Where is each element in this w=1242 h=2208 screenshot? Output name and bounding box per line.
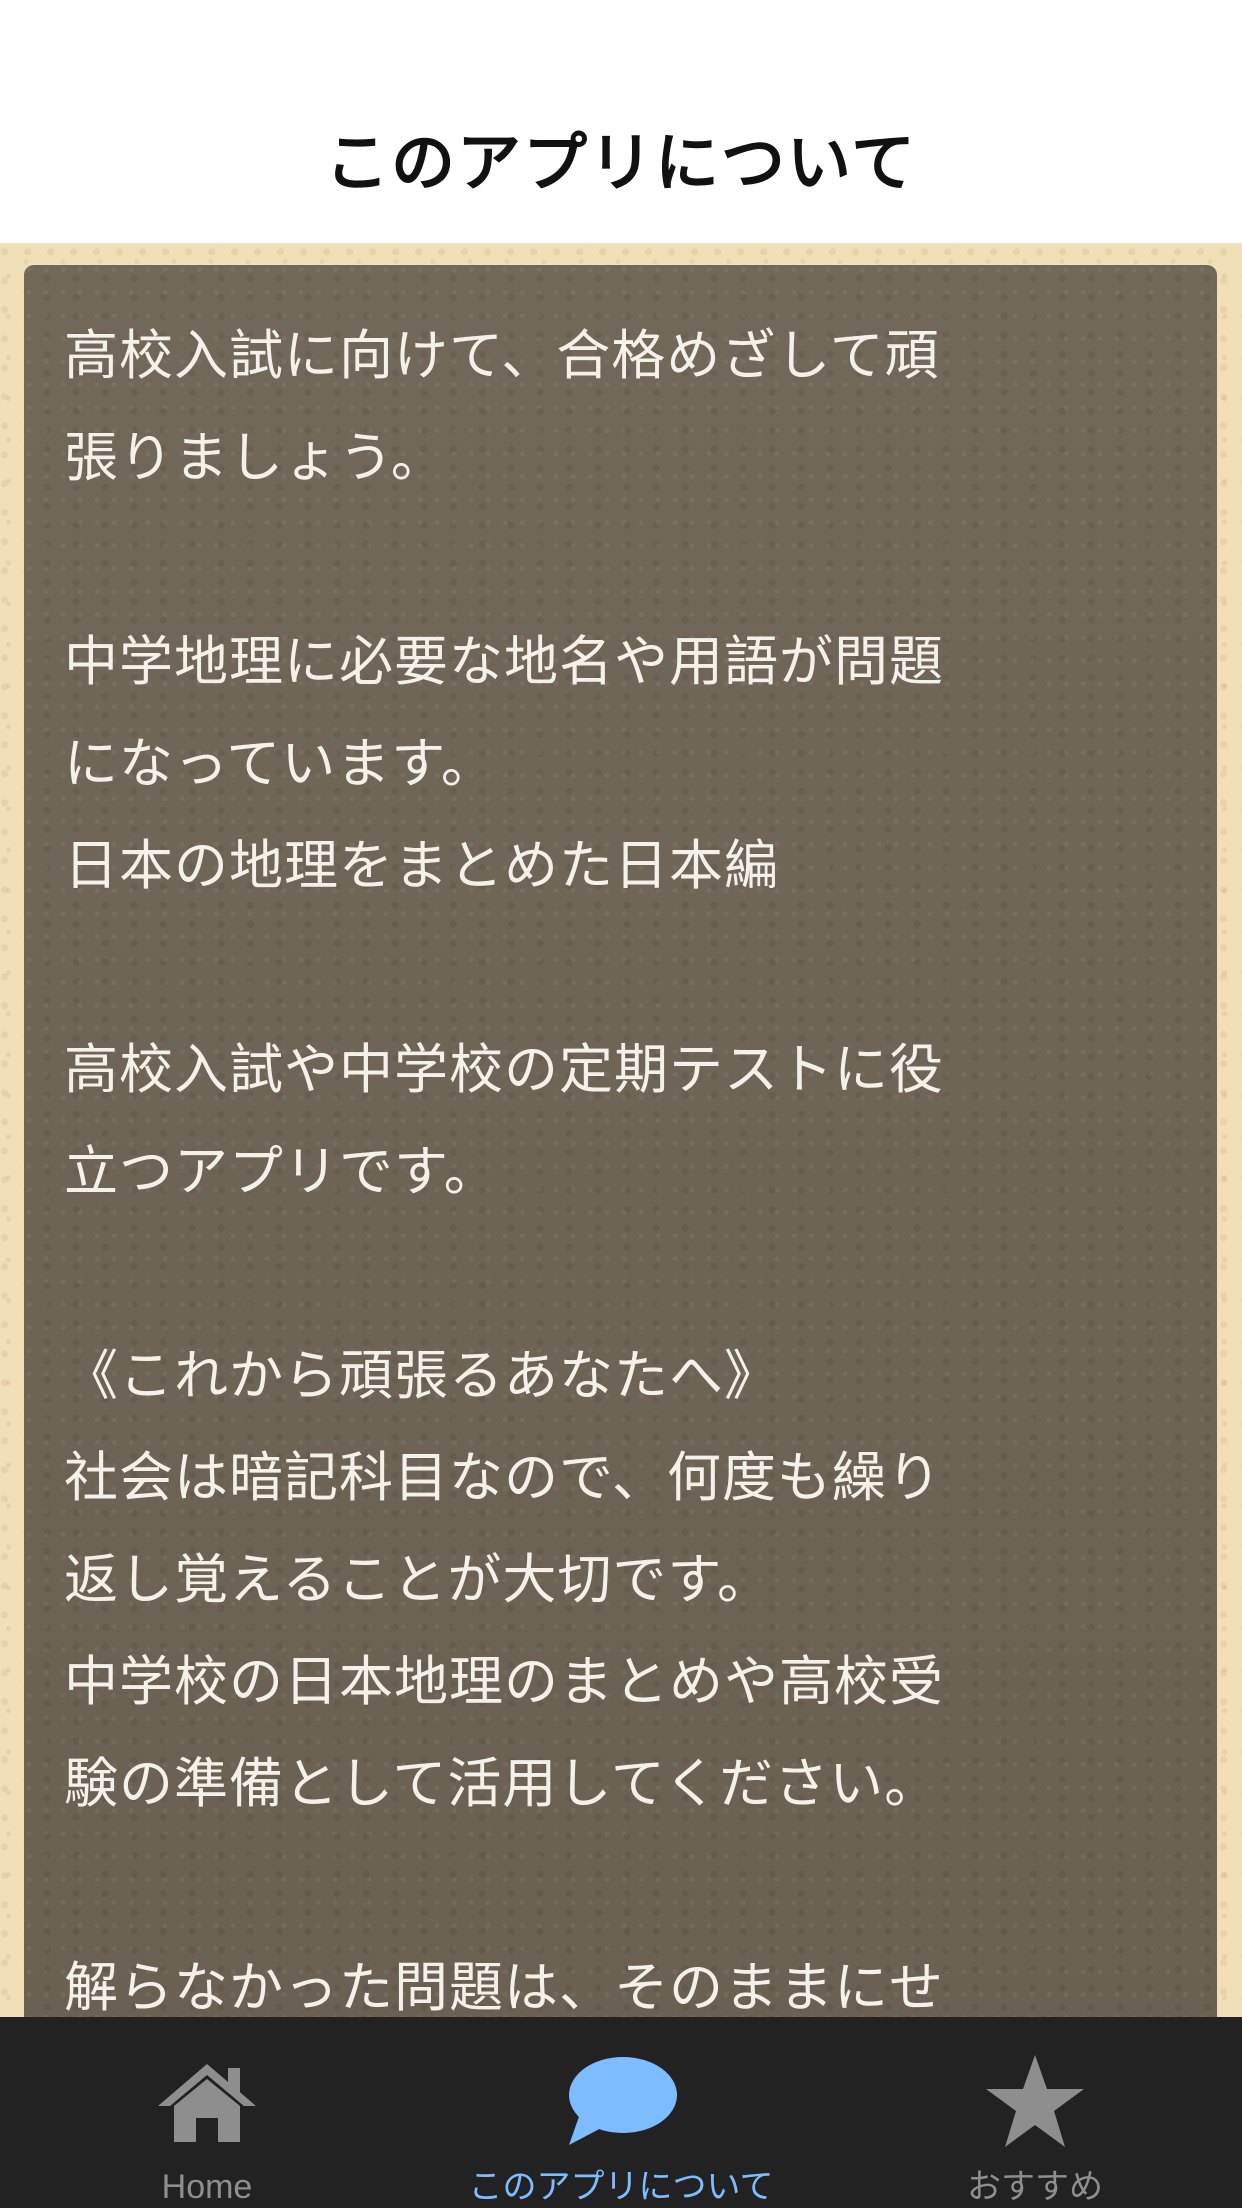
tab-bar: Home このアプリについて おすすめ	[0, 2017, 1242, 2208]
tab-home-label: Home	[161, 2168, 253, 2206]
home-icon	[0, 2051, 414, 2151]
nav-header: このアプリについて	[0, 0, 1242, 243]
tab-recommend[interactable]: おすすめ	[828, 2017, 1242, 2208]
tab-about-label: このアプリについて	[468, 2168, 774, 2206]
tab-home[interactable]: Home	[0, 2017, 414, 2208]
star-icon	[828, 2051, 1242, 2151]
tab-about[interactable]: このアプリについて	[414, 2017, 828, 2208]
speech-bubble-icon	[414, 2051, 828, 2151]
page-title: このアプリについて	[324, 127, 918, 201]
content-card[interactable]: 高校入試に向けて、合格めざして頑 張りましょう。 中学地理に必要な地名や用語が問…	[24, 265, 1217, 2045]
tab-recommend-label: おすすめ	[967, 2168, 1103, 2206]
about-description-text: 高校入試に向けて、合格めざして頑 張りましょう。 中学地理に必要な地名や用語が問…	[64, 324, 944, 2019]
